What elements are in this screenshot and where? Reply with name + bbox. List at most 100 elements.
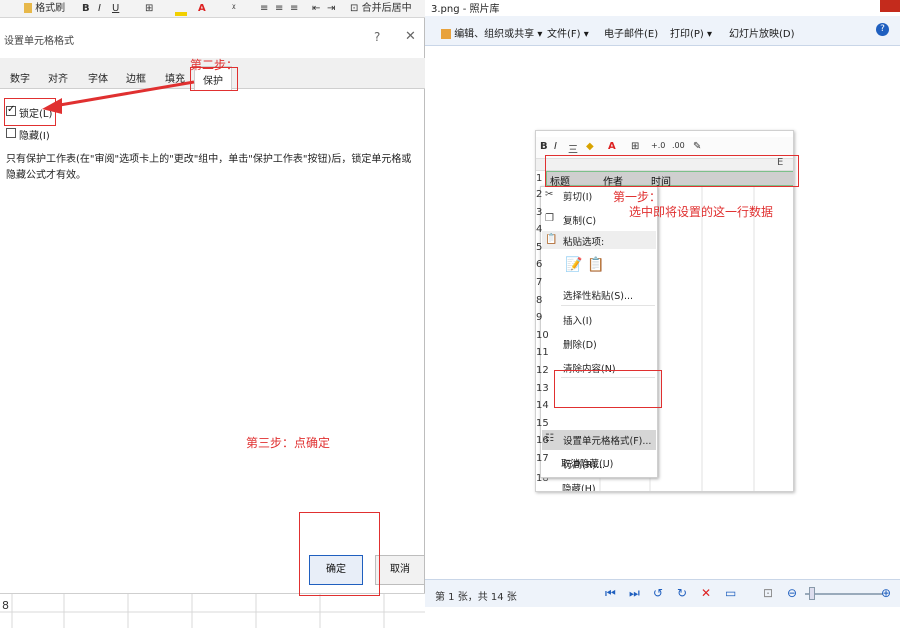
format-painter-label: 格式刷 xyxy=(35,3,66,14)
annotation-box-protection-tab xyxy=(190,67,238,91)
row-number: 14 xyxy=(536,400,549,412)
cancel-button[interactable]: 取消 xyxy=(375,555,425,585)
italic-button[interactable]: I xyxy=(98,2,101,16)
menu-unhide[interactable]: 取消隐藏(U) xyxy=(561,456,613,470)
indent-icon[interactable]: ⇤ xyxy=(312,2,320,16)
annotation-box-ok xyxy=(299,512,380,596)
menu-hide[interactable]: 隐藏(H) xyxy=(562,481,596,491)
grid-lines xyxy=(0,594,425,628)
border-icon[interactable]: ⊞ xyxy=(145,2,153,16)
row-number: 10 xyxy=(536,329,549,341)
image-counter: 第 1 张，共 14 张 xyxy=(435,592,517,603)
mini-increase-decimal: +.0 xyxy=(651,141,666,150)
format-painter-button[interactable]: 格式刷 xyxy=(24,2,65,16)
viewer-title-bar: 3.png - 照片库 xyxy=(425,0,900,16)
mini-align: 三 xyxy=(568,145,578,156)
menu-print[interactable]: 打印(P) ▾ xyxy=(670,25,712,40)
annotation-arrow xyxy=(42,80,195,114)
tab-number[interactable]: 数字 xyxy=(10,70,30,85)
menu-edit-label: 编辑、组织或共享 xyxy=(454,29,535,40)
menu-separator xyxy=(561,305,655,306)
menu-copy[interactable]: 复制(C) xyxy=(563,213,596,227)
delete-icon[interactable]: ✕ xyxy=(701,586,711,600)
align-center-icon[interactable]: ≡ xyxy=(275,2,283,16)
rotate-left-icon[interactable]: ↺ xyxy=(653,586,663,600)
window-close-button[interactable] xyxy=(880,0,900,12)
scissors-icon: ✂ xyxy=(545,189,554,200)
row-number: 3 xyxy=(536,206,543,218)
hidden-label[interactable]: 隐藏(I) xyxy=(19,127,50,142)
rotate-right-icon[interactable]: ↻ xyxy=(677,586,687,600)
help-button[interactable]: ? xyxy=(374,30,380,44)
menu-cut[interactable]: 剪切(I) xyxy=(563,189,592,203)
row-number: 8 xyxy=(536,294,543,306)
row-number: 5 xyxy=(536,241,543,253)
menu-slideshow[interactable]: 幻灯片放映(D) xyxy=(729,25,795,40)
row-number: 11 xyxy=(536,347,549,359)
menu-delete[interactable]: 删除(D) xyxy=(563,337,597,351)
brush-icon xyxy=(24,3,32,13)
mini-italic: I xyxy=(554,141,557,152)
mini-brush-icon: ✎ xyxy=(693,141,702,152)
zoom-slider-thumb[interactable] xyxy=(809,587,815,600)
viewer-menu-bar: 编辑、组织或共享 ▾ 文件(F) ▾ 电子邮件(E) 打印(P) ▾ 幻灯片放映… xyxy=(425,16,900,46)
font-color-icon[interactable]: A xyxy=(198,2,206,16)
zoom-in-icon[interactable]: ⊕ xyxy=(881,586,891,600)
previous-icon[interactable]: ⏮ xyxy=(605,586,616,601)
fill-color-icon[interactable] xyxy=(175,12,187,16)
merge-icon: ⊡ xyxy=(350,3,359,14)
clipboard-icon: 📋 xyxy=(545,234,558,245)
slideshow-icon[interactable]: ▭ xyxy=(725,586,736,600)
align-right-icon[interactable]: ≡ xyxy=(290,2,298,16)
next-icon[interactable]: ⏭ xyxy=(629,586,640,601)
align-left-icon[interactable]: ≡ xyxy=(260,2,268,16)
menu-format-cells[interactable]: 设置单元格格式(F)... xyxy=(563,433,651,447)
paste-values-icon[interactable]: 📋 xyxy=(587,257,604,273)
menu-paste-special[interactable]: 选择性粘贴(S)... xyxy=(563,288,633,302)
underline-button[interactable]: U xyxy=(112,2,119,16)
paste-formatting-icon[interactable]: 📝 xyxy=(565,257,582,273)
row-number: 6 xyxy=(536,259,543,271)
chevron-down-icon: ▾ xyxy=(707,29,713,40)
screen: 格式刷 B I U ⊞ A ᵡ ≡ ≡ ≡ ⇤ ⇥ ⊡ 合并后居中 设置单元格格… xyxy=(0,0,900,628)
viewer-canvas: B I 三 ◆ A ⊞ +.0 .00 ✎ E 标题 作者 时间 1 18 ✂ … xyxy=(425,46,900,579)
row-number: 15 xyxy=(536,417,549,429)
row-number: 4 xyxy=(536,224,543,236)
menu-print-label: 打印(P) xyxy=(670,29,704,40)
annotation-box-row xyxy=(545,155,799,187)
menu-edit[interactable]: 编辑、组织或共享 ▾ xyxy=(441,25,542,40)
menu-paste-options: 粘贴选项: xyxy=(563,237,605,248)
chevron-down-icon: ▾ xyxy=(583,29,589,40)
zoom-slider-track[interactable] xyxy=(805,593,883,595)
row-number: 9 xyxy=(536,312,543,324)
clear-format-icon[interactable]: ᵡ xyxy=(232,2,236,16)
annotation-box-format-cells xyxy=(554,370,662,408)
zoom-out-icon[interactable]: ⊖ xyxy=(787,586,797,600)
row-number: 12 xyxy=(536,365,549,376)
annotation-step3: 第三步：点确定 xyxy=(246,436,331,450)
copy-icon: ❐ xyxy=(545,213,554,224)
outdent-icon[interactable]: ⇥ xyxy=(327,2,335,16)
hidden-checkbox[interactable] xyxy=(6,128,16,138)
viewer-status-bar: 第 1 张，共 14 张 ⏮ ⏭ ↺ ↻ ✕ ▭ ⊡ ⊖ ⊕ xyxy=(425,579,900,607)
menu-file[interactable]: 文件(F) ▾ xyxy=(547,25,589,40)
fill-bucket-icon: ◆ xyxy=(586,141,594,152)
close-icon[interactable]: ✕ xyxy=(405,29,416,44)
photo-icon xyxy=(441,29,451,39)
mini-decrease-decimal: .00 xyxy=(672,141,685,150)
photo-viewer-window: 3.png - 照片库 编辑、组织或共享 ▾ 文件(F) ▾ 电子邮件(E) 打… xyxy=(425,0,900,628)
protection-description: 只有保护工作表(在"审阅"选项卡上的"更改"组中，单击"保护工作表"按钮)后，锁… xyxy=(6,154,412,181)
excel-ribbon: 格式刷 B I U ⊞ A ᵡ ≡ ≡ ≡ ⇤ ⇥ ⊡ 合并后居中 xyxy=(0,0,425,18)
help-icon[interactable]: ? xyxy=(876,23,889,36)
row-number: 2 xyxy=(536,189,543,200)
menu-email[interactable]: 电子邮件(E) xyxy=(604,25,658,40)
mini-bold: B xyxy=(540,141,548,152)
actual-size-icon[interactable]: ⊡ xyxy=(763,586,773,600)
merge-center-button[interactable]: ⊡ 合并后居中 xyxy=(350,2,412,16)
menu-insert[interactable]: 插入(I) xyxy=(563,313,592,327)
chevron-down-icon: ▾ xyxy=(537,29,543,40)
annotation-step1-detail: 选中即将设置的这一行数据 xyxy=(629,205,774,219)
bold-button[interactable]: B xyxy=(82,2,90,16)
menu-file-label: 文件(F) xyxy=(547,29,581,40)
row-number: 7 xyxy=(536,277,543,288)
